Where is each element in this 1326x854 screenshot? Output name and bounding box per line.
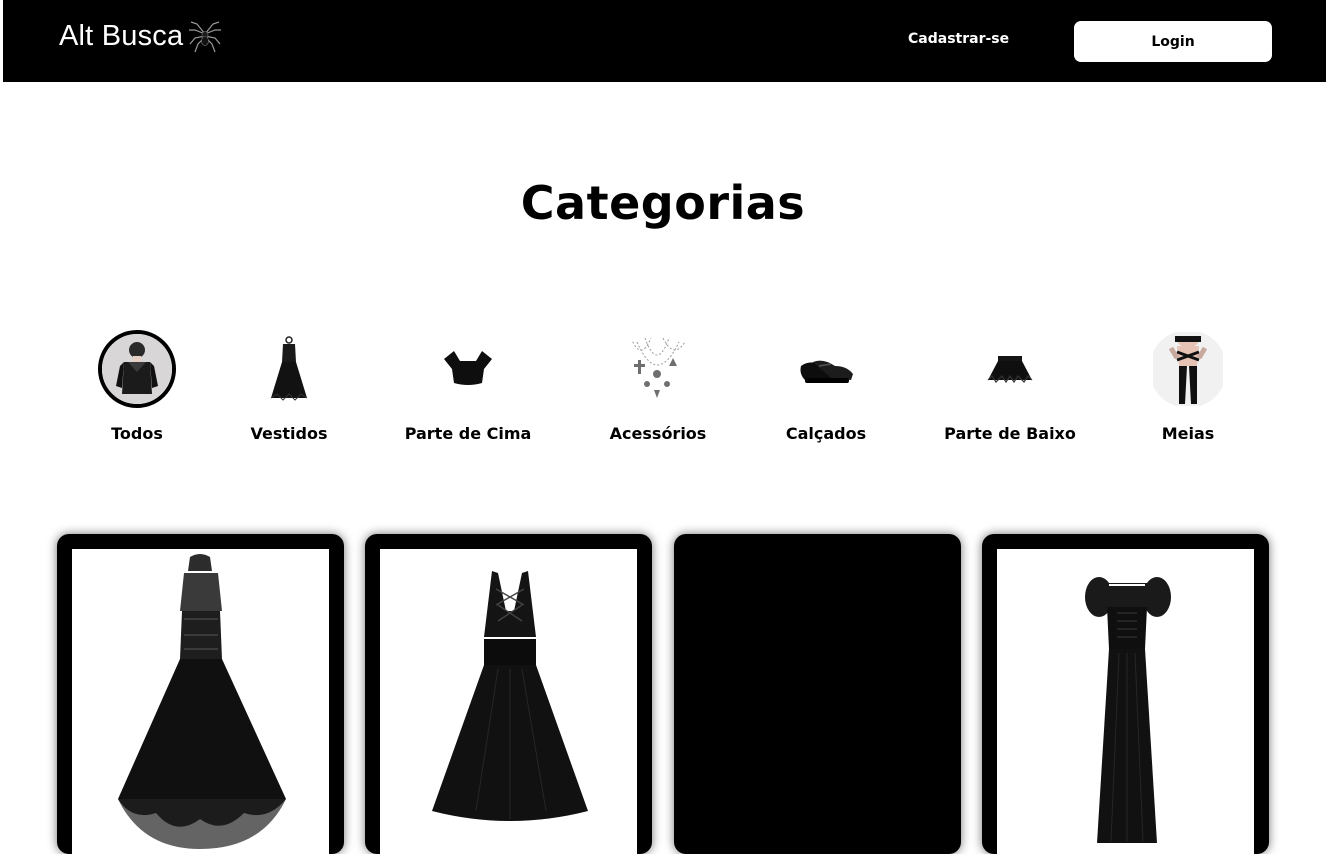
login-button[interactable]: Login (1074, 21, 1272, 62)
halter-corset-dress-image (72, 549, 329, 854)
top-navbar: Alt Busca Cadastrar-se Login (3, 0, 1326, 82)
dress-thumbnail (250, 330, 328, 408)
product-card[interactable] (57, 534, 344, 854)
stockings-thumbnail (1149, 330, 1227, 408)
category-meias[interactable]: Meias (1098, 330, 1278, 443)
spider-icon (189, 21, 222, 53)
category-label: Parte de Cima (404, 424, 532, 443)
category-parte-de-baixo[interactable]: Parte de Baixo (920, 330, 1100, 443)
category-acessorios[interactable]: Acessórios (568, 330, 748, 443)
top-thumbnail (429, 330, 507, 408)
category-vestidos[interactable]: Vestidos (199, 330, 379, 443)
category-label: Meias (1161, 424, 1215, 443)
category-parte-de-cima[interactable]: Parte de Cima (378, 330, 558, 443)
lace-up-dress-image (380, 549, 637, 854)
signup-link[interactable]: Cadastrar-se (908, 31, 1009, 47)
todos-thumbnail (98, 330, 176, 408)
page-title: Categorias (520, 176, 806, 230)
brand-logo[interactable]: Alt Busca (59, 18, 223, 54)
skirt-thumbnail (971, 330, 1049, 408)
brand-name: Alt Busca (59, 19, 184, 52)
category-label: Vestidos (250, 424, 328, 443)
necklaces-thumbnail (619, 330, 697, 408)
shoes-thumbnail (787, 330, 865, 408)
product-card[interactable] (365, 534, 652, 854)
puff-sleeve-maxi-dress-image (997, 549, 1254, 854)
category-calcados[interactable]: Calçados (736, 330, 916, 443)
product-card[interactable] (982, 534, 1269, 854)
category-label: Parte de Baixo (944, 424, 1076, 443)
category-label: Acessórios (609, 424, 707, 443)
product-card[interactable] (674, 534, 961, 854)
category-label: Calçados (785, 424, 867, 443)
